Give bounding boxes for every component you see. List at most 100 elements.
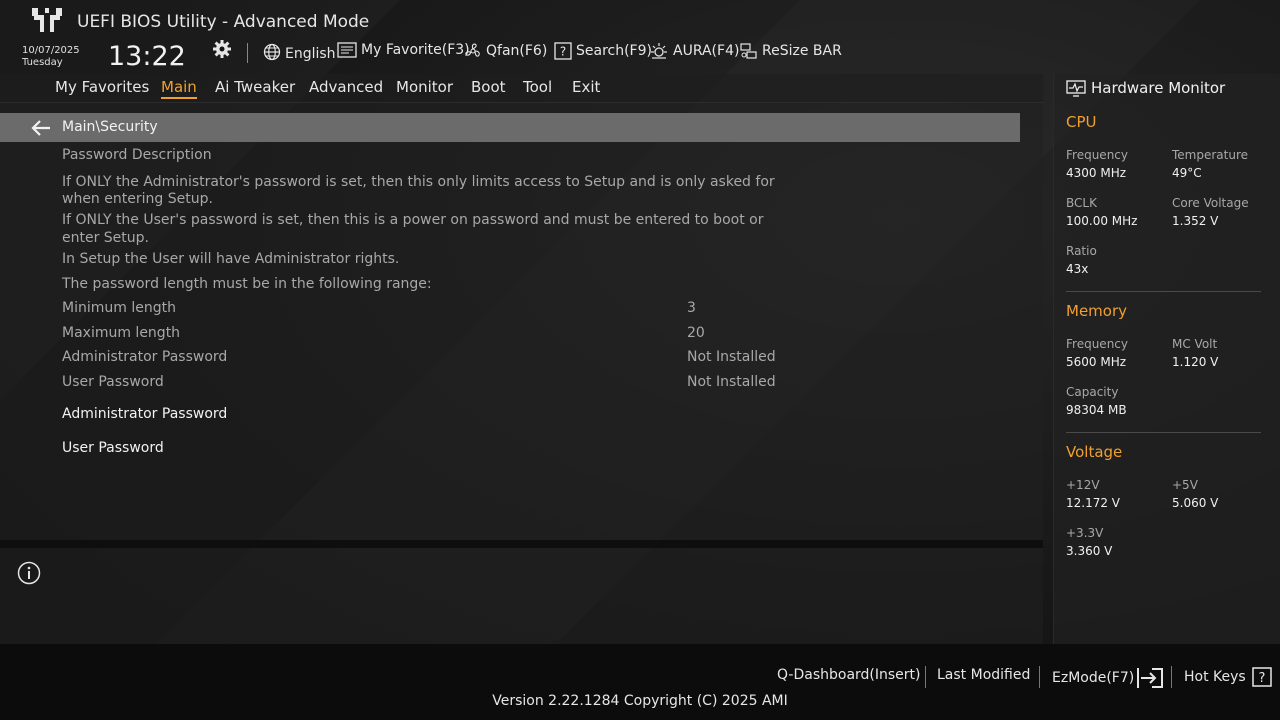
description-line: when entering Setup. <box>62 191 213 207</box>
tab-exit[interactable]: Exit <box>572 78 600 96</box>
hw-divider <box>1066 291 1261 292</box>
tab-boot[interactable]: Boot <box>471 78 506 96</box>
my-favorite-button[interactable]: My Favorite(F3) <box>337 42 470 58</box>
cpu-frequency-value: 4300 MHz <box>1066 166 1127 180</box>
breadcrumb: Main\Security <box>0 113 1020 142</box>
date-display: 10/07/2025 Tuesday <box>22 45 80 69</box>
favorite-list-icon <box>337 42 357 58</box>
description-line: The password length must be in the follo… <box>62 276 432 292</box>
mc-volt-value: 1.120 V <box>1172 355 1219 369</box>
description-line: In Setup the User will have Administrato… <box>62 251 400 267</box>
description-line: If ONLY the User's password is set, then… <box>62 212 764 228</box>
globe-icon <box>263 43 281 61</box>
cpu-temperature-label: Temperature <box>1172 148 1249 162</box>
v5-label: +5V <box>1172 478 1198 492</box>
max-length-label: Maximum length <box>62 325 181 341</box>
user-password-status-value: Not Installed <box>687 374 776 390</box>
help-question-icon: ? <box>1251 667 1272 687</box>
set-admin-password-item[interactable]: Administrator Password <box>62 406 227 422</box>
v12-label: +12V <box>1066 478 1100 492</box>
cpu-temperature-value: 49°C <box>1172 166 1202 180</box>
memory-section-title: Memory <box>1066 302 1128 320</box>
cpu-frequency-label: Frequency <box>1066 148 1128 162</box>
svg-text:?: ? <box>1258 671 1265 686</box>
min-length-value: 3 <box>687 300 696 316</box>
hardware-monitor-title: Hardware Monitor <box>1091 79 1226 97</box>
day-text: Tuesday <box>22 57 63 68</box>
bclk-label: BCLK <box>1066 196 1097 210</box>
cpu-section-title: CPU <box>1066 113 1097 131</box>
tab-monitor[interactable]: Monitor <box>396 78 453 96</box>
tab-advanced[interactable]: Advanced <box>309 78 383 96</box>
q-dashboard-button[interactable]: Q-Dashboard(Insert) <box>777 667 921 683</box>
v33-value: 3.360 V <box>1066 544 1113 558</box>
svg-text:?: ? <box>560 45 566 59</box>
set-user-password-item[interactable]: User Password <box>62 440 164 456</box>
voltage-section-title: Voltage <box>1066 443 1123 461</box>
footer-separator <box>1039 666 1040 688</box>
admin-password-status-label: Administrator Password <box>62 349 228 365</box>
exit-to-ezmode-icon <box>1137 668 1164 688</box>
tab-ai-tweaker[interactable]: Ai Tweaker <box>215 78 295 96</box>
hardware-monitor-panel: Hardware Monitor CPU Frequency 4300 MHz … <box>1053 74 1280 644</box>
footer-separator <box>1171 666 1172 688</box>
aura-label: AURA(F4) <box>673 43 740 59</box>
v5-value: 5.060 V <box>1172 496 1219 510</box>
toolbar-separator <box>247 43 248 63</box>
footer-bar: Q-Dashboard(Insert) Last Modified EzMode… <box>0 644 1280 720</box>
gear-icon[interactable] <box>212 39 232 59</box>
qfan-label: Qfan(F6) <box>486 43 548 59</box>
description-line: enter Setup. <box>62 230 149 246</box>
monitor-icon <box>1066 80 1086 97</box>
qfan-button[interactable]: Qfan(F6) <box>464 42 547 60</box>
tab-main[interactable]: Main <box>161 78 197 99</box>
bclk-value: 100.00 MHz <box>1066 214 1138 228</box>
last-modified-button[interactable]: Last Modified <box>937 667 1030 683</box>
capacity-value: 98304 MB <box>1066 403 1127 417</box>
mc-volt-label: MC Volt <box>1172 337 1218 351</box>
password-description-title: Password Description <box>62 147 212 163</box>
ratio-value: 43x <box>1066 262 1089 276</box>
search-label: Search(F9) <box>576 43 652 59</box>
clock: 13:22 <box>108 41 186 72</box>
aura-light-icon <box>651 43 667 59</box>
ezmode-button[interactable]: EzMode(F7) <box>1052 667 1164 689</box>
hot-keys-label: Hot Keys <box>1184 669 1246 685</box>
core-voltage-label: Core Voltage <box>1172 196 1249 210</box>
memory-frequency-value: 5600 MHz <box>1066 355 1127 369</box>
user-password-status-label: User Password <box>62 374 164 390</box>
tab-my-favorites[interactable]: My Favorites <box>55 78 149 96</box>
app-title: UEFI BIOS Utility - Advanced Mode <box>77 12 370 32</box>
date-text: 10/07/2025 <box>22 45 80 56</box>
version-text: Version 2.22.1284 Copyright (C) 2025 AMI <box>492 693 788 709</box>
search-help-icon: ? <box>554 42 572 60</box>
ratio-label: Ratio <box>1066 244 1097 258</box>
v33-label: +3.3V <box>1066 526 1104 540</box>
main-menu-bar: My Favorites Main Ai Tweaker Advanced Mo… <box>0 74 1043 103</box>
aura-button[interactable]: AURA(F4) <box>649 42 739 60</box>
max-length-value: 20 <box>687 325 705 341</box>
language-button[interactable]: English <box>263 42 336 62</box>
memory-frequency-label: Frequency <box>1066 337 1128 351</box>
breadcrumb-path: Main\Security <box>62 119 158 135</box>
resize-bar-icon <box>740 43 757 59</box>
hot-keys-button[interactable]: Hot Keys ? <box>1184 667 1272 687</box>
min-length-label: Minimum length <box>62 300 176 316</box>
v12-value: 12.172 V <box>1066 496 1121 510</box>
hw-divider <box>1066 432 1261 433</box>
resize-bar-button[interactable]: ReSize BAR <box>740 42 842 60</box>
main-content-panel <box>0 103 1043 540</box>
capacity-label: Capacity <box>1066 385 1119 399</box>
core-voltage-value: 1.352 V <box>1172 214 1219 228</box>
my-favorite-label: My Favorite(F3) <box>361 42 470 58</box>
info-icon <box>17 561 41 585</box>
back-arrow-icon[interactable] <box>30 119 52 137</box>
top-bar: UEFI BIOS Utility - Advanced Mode 10/07/… <box>0 0 1280 74</box>
search-button[interactable]: ? Search(F9) <box>554 42 652 60</box>
resize-bar-label: ReSize BAR <box>762 43 842 59</box>
footer-separator <box>925 666 926 688</box>
language-label: English <box>285 46 336 62</box>
tab-tool[interactable]: Tool <box>523 78 552 96</box>
admin-password-status-value: Not Installed <box>687 349 776 365</box>
help-panel <box>0 548 1043 644</box>
